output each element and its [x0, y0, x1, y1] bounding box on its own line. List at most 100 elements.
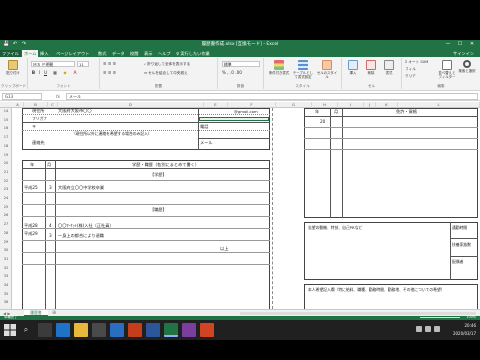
tab-view[interactable]: 表示	[142, 50, 154, 57]
row-header-20[interactable]: 20	[0, 161, 12, 165]
font-name-select[interactable]: ＭＳ Ｐ明朝	[31, 61, 75, 67]
insert-cells-button[interactable]: 挿入	[345, 60, 361, 82]
powerpoint-icon[interactable]	[128, 323, 142, 337]
worksheet-grid[interactable]: 現住所 大阪府大阪市〇〇 フリガナ 〒 （現住所以外に連絡を希望する場合のみ記入…	[12, 108, 480, 309]
row-header-28[interactable]: 28	[0, 231, 12, 235]
row-header-30[interactable]: 30	[0, 248, 12, 252]
media-icon[interactable]	[200, 323, 214, 337]
selected-cell[interactable]	[199, 117, 269, 121]
windows-start-icon[interactable]	[4, 324, 16, 336]
word-icon[interactable]	[146, 323, 160, 337]
maximize-button[interactable]: ☐	[454, 40, 466, 49]
paste-button[interactable]: 貼り付け	[6, 60, 20, 82]
row-header-18[interactable]: 18	[0, 144, 12, 148]
row-header-36[interactable]: 36	[0, 300, 12, 304]
edu-year[interactable]: 平成25	[24, 185, 38, 190]
name-box[interactable]: G13	[2, 93, 42, 100]
table-format-button[interactable]: テーブルとして書式設定	[292, 60, 314, 82]
row-header-25[interactable]: 25	[0, 205, 12, 209]
network-icon[interactable]	[416, 326, 422, 332]
row-header-21[interactable]: 21	[0, 170, 12, 174]
email-value[interactable]: @gmail.com	[234, 109, 258, 114]
work2-year[interactable]: 平成29	[24, 231, 38, 236]
license-year[interactable]: 20	[320, 119, 325, 124]
align-top-icons[interactable]: ≡ ≡ ≡	[103, 61, 127, 67]
row-header-29[interactable]: 29	[0, 240, 12, 244]
format-cells-button[interactable]: 書式	[381, 60, 397, 82]
font-color-icon[interactable]: A	[72, 70, 78, 76]
system-tray-icons[interactable]	[416, 326, 440, 334]
row-header-22[interactable]: 22	[0, 179, 12, 183]
zoom-slider[interactable]	[420, 317, 460, 318]
address-value[interactable]: 大阪府大阪市〇〇	[58, 108, 92, 113]
tab-home[interactable]: ホーム	[22, 50, 39, 57]
clear-button[interactable]: クリア	[405, 73, 416, 79]
wrap-text-button[interactable]: ⤶ 折り返して全体を表示する	[144, 61, 190, 67]
cell-styles-button[interactable]: セルのスタイル	[316, 60, 338, 82]
row-header-24[interactable]: 24	[0, 196, 12, 200]
border-icon[interactable]: ▦	[52, 70, 58, 76]
underline-button[interactable]: U	[43, 70, 48, 76]
edge-icon[interactable]	[56, 323, 70, 337]
italic-button[interactable]: I	[37, 70, 42, 76]
work2-month[interactable]: 3	[49, 233, 52, 238]
bold-button[interactable]: B	[31, 70, 36, 76]
row-header-27[interactable]: 27	[0, 222, 12, 226]
search-icon[interactable]: ⌕	[20, 324, 32, 336]
clock[interactable]: 20:46 2020/03/17	[453, 322, 476, 338]
row-header-15[interactable]: 15	[0, 118, 12, 122]
fill-color-icon[interactable]: ◆	[62, 70, 68, 76]
signin-link[interactable]: サインイン	[453, 50, 474, 57]
excel-icon[interactable]	[164, 323, 178, 337]
autosum-button[interactable]: Σ オート SUM	[405, 59, 428, 65]
task-view-icon[interactable]	[38, 323, 52, 337]
table-icon	[298, 60, 308, 70]
row-header-17[interactable]: 17	[0, 135, 12, 139]
mail-icon[interactable]	[110, 323, 124, 337]
delete-cells-button[interactable]: 削除	[363, 60, 379, 82]
fill-button[interactable]: フィル	[405, 66, 416, 72]
tab-help[interactable]: ヘルプ	[156, 50, 173, 57]
store-icon[interactable]	[92, 323, 106, 337]
tab-review[interactable]: 校閲	[128, 50, 140, 57]
edu-text[interactable]: 大阪府立〇〇中学校卒業	[58, 185, 104, 190]
tab-formulas[interactable]: 数式	[96, 50, 108, 57]
align-horizontal-icons[interactable]: ≡ ≡ ≡	[103, 70, 127, 76]
work2-text[interactable]: 一身上の都合により退職	[58, 233, 104, 238]
font-size-select[interactable]: 11	[77, 61, 89, 67]
contact-note: （現住所以外に連絡を希望する場合のみ記入）	[72, 131, 152, 136]
number-format-select[interactable]: 標準	[222, 61, 260, 67]
row-header-32[interactable]: 32	[0, 266, 12, 270]
tell-me-box[interactable]: ♀ 実行したい作業	[174, 50, 212, 57]
tab-file[interactable]: ファイル	[0, 50, 21, 57]
row-header-34[interactable]: 34	[0, 283, 12, 287]
conditional-format-button[interactable]: 条件付き書式	[268, 60, 290, 82]
formula-bar: G13 fx メール	[0, 92, 480, 101]
onenote-icon[interactable]	[182, 323, 196, 337]
row-header-14[interactable]: 14	[0, 109, 12, 113]
row-header-16[interactable]: 16	[0, 126, 12, 130]
file-explorer-icon[interactable]	[74, 323, 88, 337]
horizontal-scrollbar[interactable]	[240, 312, 476, 315]
sort-filter-button[interactable]: 並べ替えとフィルター	[438, 60, 456, 82]
row-header-33[interactable]: 33	[0, 274, 12, 278]
tab-insert[interactable]: 挿入	[38, 50, 50, 57]
close-button[interactable]: ✕	[466, 40, 478, 49]
history-header: 学歴・職歴（各別にまとめて書く）	[132, 162, 200, 167]
row-header-31[interactable]: 31	[0, 257, 12, 261]
tab-data[interactable]: データ	[110, 50, 127, 57]
formula-input[interactable]: メール	[66, 93, 478, 100]
row-header-19[interactable]: 19	[0, 153, 12, 157]
row-header-35[interactable]: 35	[0, 292, 12, 296]
number-format-icons[interactable]: % , .0 .00	[222, 70, 258, 76]
edu-month[interactable]: 3	[49, 185, 52, 190]
merge-center-button[interactable]: ⇔ セルを結合して中央揃え	[144, 70, 188, 76]
row-header-26[interactable]: 26	[0, 213, 12, 217]
find-select-button[interactable]: 検索と選択	[458, 60, 476, 82]
minimize-button[interactable]: —	[442, 40, 454, 49]
fx-icon[interactable]: fx	[56, 93, 60, 100]
tab-page-layout[interactable]: ページレイアウト	[54, 50, 91, 57]
row-header-23[interactable]: 23	[0, 187, 12, 191]
ime-icon[interactable]	[434, 326, 440, 332]
volume-icon[interactable]	[425, 326, 431, 332]
